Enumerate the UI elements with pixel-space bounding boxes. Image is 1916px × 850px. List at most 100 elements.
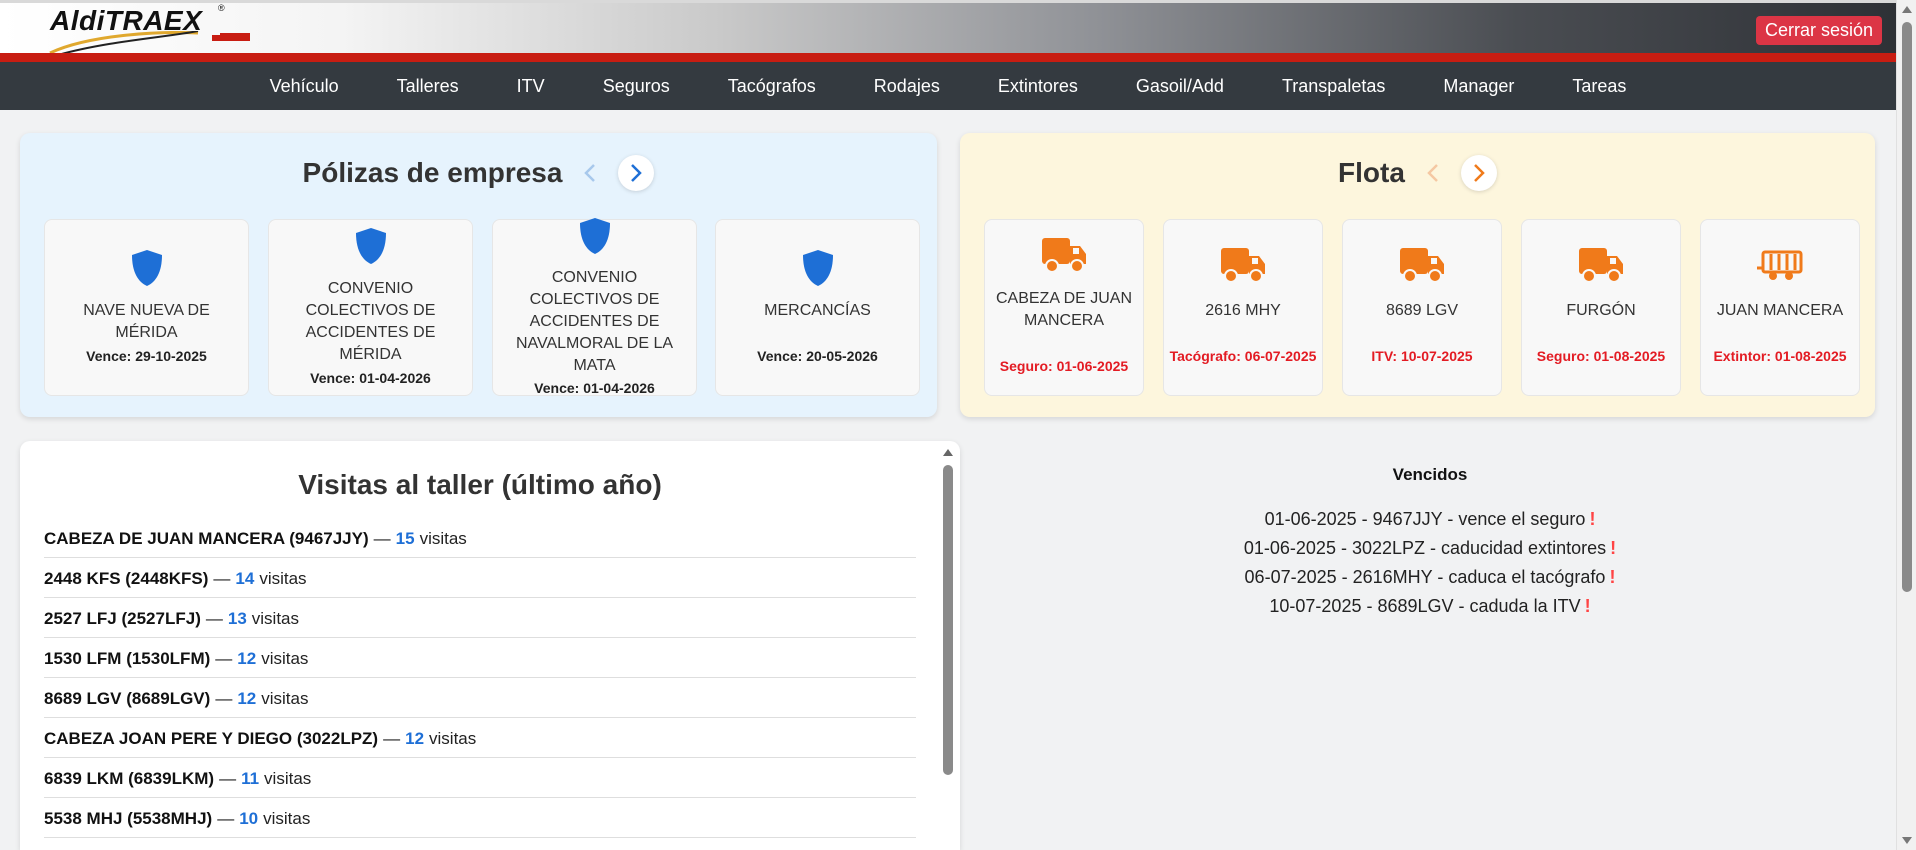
nav-item-manager[interactable]: Manager (1414, 76, 1543, 97)
list-item: 2448 KFS (2448KFS) —14 visitas (44, 558, 916, 598)
chevron-right-icon (631, 164, 643, 182)
nav-item-seguros[interactable]: Seguros (574, 76, 699, 97)
list-item: 1530 LFM (1530LFM) —12 visitas (44, 638, 916, 678)
scrollbar-thumb[interactable] (943, 465, 953, 775)
warning-mark-icon: ! (1584, 596, 1591, 616)
vehicle-name: 1530 LFM (1530LFM) (44, 648, 211, 668)
scroll-down-icon[interactable] (1902, 837, 1912, 844)
policy-name: CONVENIO COLECTIVOS DE ACCIDENTES DE MÉR… (305, 280, 436, 363)
vehicle-name: 5538 MHJ (5538MHJ) (44, 808, 213, 828)
main-nav: Vehículo Talleres ITV Seguros Tacógrafos… (0, 62, 1896, 110)
fleet-panel: Flota CABEZA DE JUAN MANCERA Seguro: 01-… (960, 133, 1875, 417)
fleet-vehicle-name: 8689 LGV (1385, 302, 1459, 319)
separator: — (217, 808, 235, 828)
warning-mark-icon: ! (1610, 538, 1617, 558)
expired-item: 01-06-2025 - 3022LPZ - caducidad extinto… (980, 534, 1880, 563)
fleet-next-button[interactable] (1460, 155, 1497, 191)
vehicle-name: 2448 KFS (2448KFS) (44, 568, 209, 588)
visit-count: 12 (405, 728, 425, 748)
vehicle-name: 2527 LFJ (2527LFJ) (44, 608, 201, 628)
chevron-left-icon (1427, 164, 1438, 182)
nav-item-gasoil[interactable]: Gasoil/Add (1107, 76, 1253, 97)
policy-expiry: Vence: 29-10-2025 (86, 348, 207, 364)
nav-item-extintores[interactable]: Extintores (969, 76, 1107, 97)
fleet-vehicle-name: 2616 MHY (1205, 302, 1281, 319)
separator: — (373, 528, 391, 548)
vehicle-name: CABEZA DE JUAN MANCERA (9467JJY) (44, 528, 369, 548)
policy-card[interactable]: MERCANCÍAS Vence: 20-05-2026 (715, 219, 920, 396)
policy-name: NAVE NUEVA DE MÉRIDA (83, 302, 210, 341)
nav-item-vehiculo[interactable]: Vehículo (241, 76, 368, 97)
list-item: 8689 LGV (8689LGV) —12 visitas (44, 678, 916, 718)
separator: — (213, 568, 231, 588)
policy-card[interactable]: NAVE NUEVA DE MÉRIDA Vence: 29-10-2025 (44, 219, 249, 396)
fleet-vehicle-name: FURGÓN (1566, 302, 1636, 319)
nav-item-transpaletas[interactable]: Transpaletas (1253, 76, 1414, 97)
policy-expiry: Vence: 01-04-2026 (534, 380, 655, 396)
fleet-vehicle-status: Tacógrafo: 06-07-2025 (1169, 348, 1317, 364)
truck-icon (1579, 248, 1623, 283)
policies-next-button[interactable] (618, 155, 655, 191)
visit-unit: visitas (261, 688, 309, 708)
nav-item-rodajes[interactable]: Rodajes (845, 76, 969, 97)
visit-count: 10 (239, 808, 259, 828)
fleet-card[interactable]: 8689 LGV ITV: 10-07-2025 (1342, 219, 1502, 396)
fleet-vehicle-status: Seguro: 01-08-2025 (1536, 348, 1666, 364)
expired-item: 10-07-2025 - 8689LGV - caduda la ITV! (980, 592, 1880, 621)
fleet-card[interactable]: JUAN MANCERA Extintor: 01-08-2025 (1700, 219, 1860, 396)
nav-item-itv[interactable]: ITV (488, 76, 574, 97)
visit-count: 14 (235, 568, 255, 588)
truck-icon (1042, 238, 1086, 273)
visit-count: 11 (241, 768, 260, 788)
visit-unit: visitas (251, 608, 300, 628)
truck-icon (1400, 248, 1444, 283)
visit-unit: visitas (259, 568, 307, 588)
separator: — (215, 688, 233, 708)
visit-unit: visitas (419, 528, 467, 548)
visits-scrollbar[interactable] (942, 449, 954, 849)
vehicle-name: CABEZA JOAN PERE Y DIEGO (3022LPZ) (44, 728, 379, 748)
scrollbar-thumb[interactable] (1902, 22, 1912, 592)
expired-item-text: 01-06-2025 - 9467JJY - vence el seguro (1264, 509, 1586, 529)
policy-card[interactable]: CONVENIO COLECTIVOS DE ACCIDENTES DE MÉR… (268, 219, 473, 396)
visit-unit: visitas (263, 808, 311, 828)
nav-item-tacografos[interactable]: Tacógrafos (699, 76, 845, 97)
visit-count: 12 (237, 688, 257, 708)
policies-prev-button[interactable] (572, 155, 608, 191)
vehicle-name: 8689 LGV (8689LGV) (44, 688, 211, 708)
warning-mark-icon: ! (1609, 567, 1616, 587)
fleet-card[interactable]: 2616 MHY Tacógrafo: 06-07-2025 (1163, 219, 1323, 396)
policy-name: MERCANCÍAS (764, 302, 871, 319)
company-logo[interactable]: AldiTRAEX ® (48, 3, 258, 57)
visit-count: 12 (237, 648, 257, 668)
logo-registered-mark: ® (218, 3, 225, 13)
fleet-vehicle-status: ITV: 10-07-2025 (1371, 348, 1473, 364)
visit-unit: visitas (261, 648, 309, 668)
policy-expiry: Vence: 01-04-2026 (310, 370, 431, 386)
expired-item-text: 10-07-2025 - 8689LGV - caduda la ITV (1269, 596, 1581, 616)
nav-item-tareas[interactable]: Tareas (1543, 76, 1655, 97)
shield-icon (579, 218, 610, 254)
shield-icon (355, 228, 386, 264)
workshop-visits-panel: Visitas al taller (último año) CABEZA DE… (20, 441, 960, 850)
policy-card[interactable]: CONVENIO COLECTIVOS DE ACCIDENTES DE NAV… (492, 218, 697, 396)
logout-button[interactable]: Cerrar sesión (1755, 16, 1882, 45)
expired-item: 01-06-2025 - 9467JJY - vence el seguro! (980, 505, 1880, 534)
visit-count: 15 (395, 528, 415, 548)
expired-item-text: 01-06-2025 - 3022LPZ - caducidad extinto… (1243, 538, 1607, 558)
fleet-prev-button[interactable] (1415, 155, 1451, 191)
policies-title: Pólizas de empresa (302, 157, 563, 188)
truck-icon (1221, 248, 1265, 283)
fleet-vehicle-name: CABEZA DE JUAN MANCERA (995, 290, 1133, 329)
separator: — (215, 648, 233, 668)
fleet-card[interactable]: FURGÓN Seguro: 01-08-2025 (1521, 219, 1681, 396)
page-scrollbar[interactable] (1896, 0, 1916, 850)
fleet-card[interactable]: CABEZA DE JUAN MANCERA Seguro: 01-06-202… (984, 219, 1144, 396)
policy-expiry: Vence: 20-05-2026 (757, 348, 878, 364)
scroll-up-icon[interactable] (1902, 6, 1912, 13)
shield-icon (802, 250, 833, 286)
chevron-right-icon (1474, 164, 1485, 182)
nav-item-talleres[interactable]: Talleres (368, 76, 488, 97)
visit-count: 13 (227, 608, 247, 628)
scroll-up-icon[interactable] (943, 449, 953, 456)
